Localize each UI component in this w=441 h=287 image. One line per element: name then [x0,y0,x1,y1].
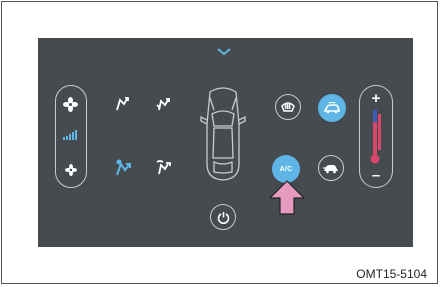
thermometer-icon [370,108,384,166]
front-defrost-icon [281,101,295,113]
recirculation-button[interactable] [318,94,346,122]
airflow-feet-defrost-icon[interactable] [155,159,172,176]
car-top-view-icon [198,84,248,184]
airflow-feet-icon[interactable] [114,159,132,177]
ac-button[interactable]: A/C [272,155,300,183]
fan-level-bars-icon [63,130,79,140]
figure-code-label: OMT15-5104 [356,267,427,281]
fan-speed-control [55,85,87,188]
chevron-down-icon[interactable] [216,47,232,56]
fresh-air-icon [323,163,339,174]
temp-down-button[interactable]: – [366,168,386,183]
airflow-face-icon[interactable] [114,96,130,112]
fresh-air-button[interactable] [318,155,344,181]
power-button[interactable] [210,204,236,230]
fan-high-icon[interactable] [63,97,78,112]
temp-up-button[interactable]: + [366,91,386,106]
pointing-arrow-icon [268,180,306,216]
power-icon [217,211,230,224]
climate-control-panel: A/C + – [38,38,413,247]
recirculation-icon [323,102,341,114]
ac-button-label: A/C [279,165,293,173]
airflow-face-feet-icon[interactable] [155,96,171,112]
temperature-control: + – [359,85,393,188]
fan-low-icon[interactable] [65,164,77,176]
figure-frame: A/C + – OMT15-5104 [1,1,438,284]
front-defrost-button[interactable] [275,94,301,120]
